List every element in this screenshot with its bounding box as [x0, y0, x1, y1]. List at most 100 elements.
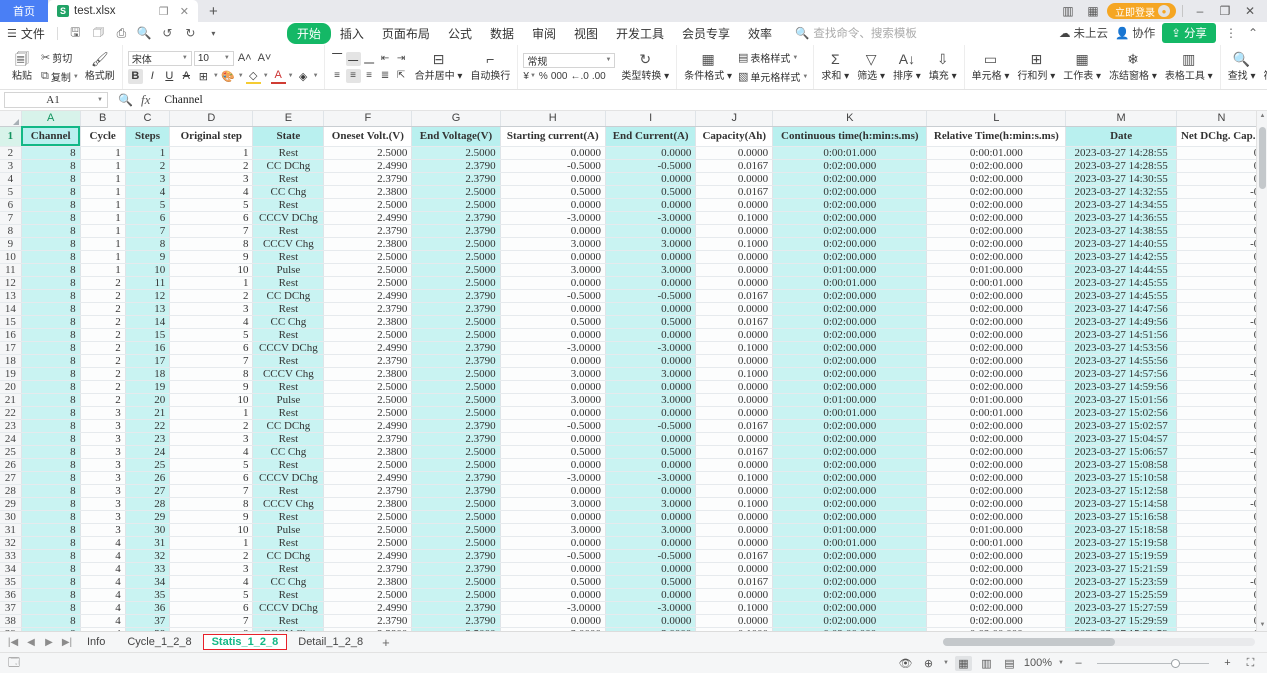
tab-data[interactable]: 数据	[481, 23, 523, 44]
table-cell[interactable]: 2.5000	[411, 146, 501, 160]
table-cell[interactable]: Rest	[252, 380, 325, 394]
table-cell[interactable]: 2023-03-27 15:16:58	[1065, 510, 1177, 524]
table-cell[interactable]: CC Chg	[252, 185, 325, 199]
row-header-13[interactable]: 13	[0, 289, 22, 303]
fill-color-button[interactable]: ◇	[245, 69, 261, 84]
table-cell[interactable]: 2.5000	[411, 380, 501, 394]
table-cell[interactable]: 8	[169, 367, 254, 381]
table-cell[interactable]: 2.5000	[411, 367, 501, 381]
table-cell[interactable]: 0.0000	[695, 458, 774, 472]
table-cell[interactable]: 0:01:00.000	[926, 263, 1067, 277]
table-cell[interactable]: 20	[125, 393, 171, 407]
table-cell[interactable]: 0:00:01.000	[772, 146, 928, 160]
table-cell[interactable]: 0.0000	[500, 198, 606, 212]
table-cell[interactable]: 0:02:00.000	[772, 328, 928, 342]
page-setup-icon[interactable]: ⊕	[920, 656, 937, 671]
table-cell[interactable]: 8	[21, 471, 81, 485]
row-header-12[interactable]: 12	[0, 276, 22, 290]
table-cell[interactable]: 7	[169, 354, 254, 368]
increase-indent-icon[interactable]: ⇥	[394, 52, 409, 66]
table-cell[interactable]: 8	[21, 224, 81, 238]
table-cell[interactable]: 8	[21, 406, 81, 420]
row-header-14[interactable]: 14	[0, 302, 22, 316]
print-preview-icon[interactable]: 🔍	[135, 24, 154, 43]
font-name-select[interactable]: 宋体 ▼	[127, 50, 192, 66]
table-cell[interactable]: -0.	[1176, 315, 1267, 329]
table-cell[interactable]: 0.0000	[500, 276, 606, 290]
table-cell[interactable]: 0.0167	[695, 289, 774, 303]
table-cell[interactable]: 5	[169, 328, 254, 342]
table-cell[interactable]: CC DChg	[252, 159, 325, 173]
table-cell[interactable]: 0.0000	[605, 562, 697, 576]
table-cell[interactable]: 9	[169, 380, 254, 394]
table-cell[interactable]: 2.4990	[323, 601, 413, 615]
table-cell[interactable]: 1	[80, 250, 126, 264]
table-cell[interactable]: CCCV Chg	[252, 237, 325, 251]
table-cell[interactable]: 2.4990	[323, 341, 413, 355]
table-cell[interactable]: 26	[125, 471, 171, 485]
tab-insert[interactable]: 插入	[331, 23, 373, 44]
first-sheet-icon[interactable]: |◀	[4, 637, 22, 648]
grid-view-icon[interactable]: ▦	[1082, 0, 1104, 22]
align-right-icon[interactable]: ≡	[362, 69, 377, 83]
table-cell[interactable]: 0.0000	[605, 406, 697, 420]
table-cell[interactable]: 2023-03-27 15:19:58	[1065, 536, 1177, 550]
table-cell[interactable]: 0:00:01.000	[926, 146, 1067, 160]
table-cell[interactable]: 0:02:00.000	[772, 588, 928, 602]
table-cell[interactable]: 0:02:00.000	[926, 562, 1067, 576]
italic-button[interactable]: I	[145, 69, 160, 84]
table-cell[interactable]: 9	[169, 510, 254, 524]
row-header-17[interactable]: 17	[0, 341, 22, 355]
table-cell[interactable]: 8	[21, 341, 81, 355]
table-cell[interactable]: 0:02:00.000	[926, 458, 1067, 472]
table-cell[interactable]: 10	[169, 263, 254, 277]
next-sheet-icon[interactable]: ▶	[40, 637, 58, 648]
table-cell[interactable]: 0:02:00.000	[772, 185, 928, 199]
bold-button[interactable]: B	[127, 68, 143, 84]
table-cell[interactable]: 0.5000	[605, 445, 697, 459]
prev-sheet-icon[interactable]: ◀	[22, 637, 40, 648]
row-header-18[interactable]: 18	[0, 354, 22, 368]
select-all-corner[interactable]	[0, 111, 22, 127]
table-cell[interactable]: 21	[125, 406, 171, 420]
table-cell[interactable]: 3	[169, 172, 254, 186]
tab-efficiency[interactable]: 效率	[739, 23, 781, 44]
table-cell[interactable]: -0.5000	[500, 159, 606, 173]
table-cell[interactable]: 2.5000	[411, 588, 501, 602]
column-title-cell[interactable]: End Voltage(V)	[411, 126, 501, 147]
column-title-cell[interactable]: Net DChg. Cap. (	[1176, 126, 1267, 147]
table-cell[interactable]: 0:02:00.000	[926, 510, 1067, 524]
table-cell[interactable]: 0.0000	[695, 510, 774, 524]
chevron-down-icon[interactable]: ▼	[288, 73, 294, 79]
row-header-1[interactable]: 1	[0, 126, 22, 147]
row-header-19[interactable]: 19	[0, 367, 22, 381]
table-cell[interactable]: 0:02:00.000	[926, 419, 1067, 433]
table-cell[interactable]: 0:02:00.000	[926, 445, 1067, 459]
table-cell[interactable]: 0.0000	[695, 146, 774, 160]
table-cell[interactable]: 2.3800	[323, 315, 413, 329]
row-header-10[interactable]: 10	[0, 250, 22, 264]
table-cell[interactable]: 0.	[1176, 250, 1267, 264]
table-cell[interactable]: 0.0000	[605, 536, 697, 550]
table-cell[interactable]: 5	[169, 458, 254, 472]
table-cell[interactable]: 2.5000	[323, 406, 413, 420]
table-cell[interactable]: 0:01:00.000	[772, 523, 928, 537]
table-cell[interactable]: 3	[80, 471, 126, 485]
column-title-cell[interactable]: Starting current(A)	[500, 126, 606, 147]
column-title-cell[interactable]: Cycle	[80, 126, 126, 147]
column-header-b[interactable]: B	[80, 111, 126, 127]
column-title-cell[interactable]: Steps	[125, 126, 171, 147]
zoom-slider-handle[interactable]	[1171, 658, 1180, 668]
table-cell[interactable]: 8	[21, 601, 81, 615]
sheet-tab-cycle[interactable]: Cycle_1_2_8	[116, 632, 202, 653]
table-cell[interactable]: 9	[169, 250, 254, 264]
table-cell[interactable]: 0.1000	[695, 627, 774, 631]
table-cell[interactable]: 0.0000	[605, 328, 697, 342]
table-cell[interactable]: 2023-03-27 14:34:55	[1065, 198, 1177, 212]
add-sheet-button[interactable]: +	[374, 635, 398, 650]
table-cell[interactable]: 2.5000	[411, 497, 501, 511]
table-cell[interactable]: 0.	[1176, 523, 1267, 537]
table-cell[interactable]: 2023-03-27 14:36:55	[1065, 211, 1177, 225]
table-cell[interactable]: 8	[21, 380, 81, 394]
table-cell[interactable]: 1	[80, 224, 126, 238]
